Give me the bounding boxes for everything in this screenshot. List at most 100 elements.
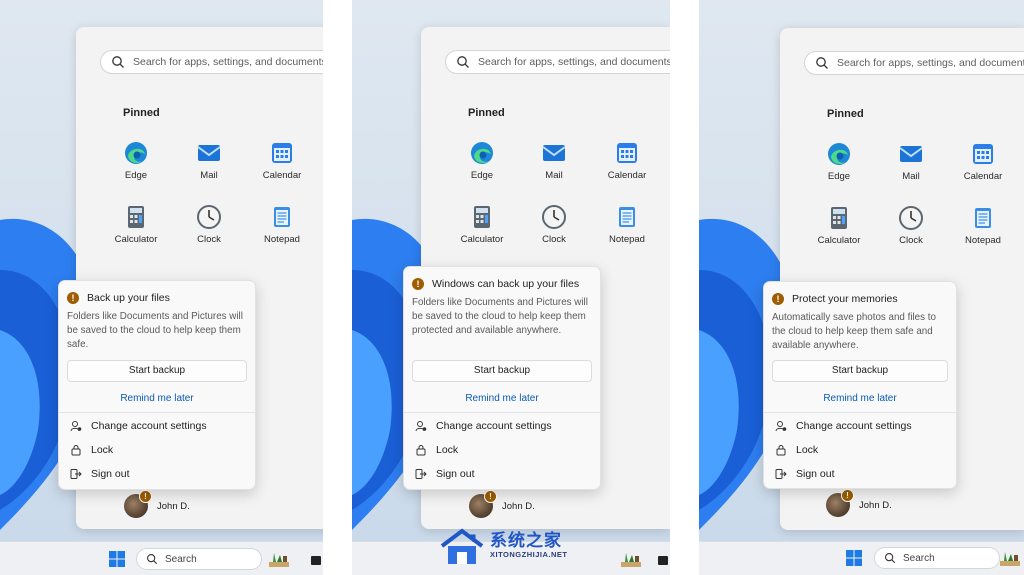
menu-label: Lock — [91, 444, 114, 456]
windows-start-icon[interactable] — [109, 551, 125, 567]
windows-start-icon[interactable] — [846, 550, 862, 566]
screenshot-panel-3: Search for apps, settings, and documents… — [699, 0, 1024, 575]
widgets-icon[interactable] — [268, 550, 290, 568]
app-clock[interactable]: Clock — [524, 204, 584, 245]
start-backup-button[interactable]: Start backup — [67, 360, 247, 382]
app-edge[interactable]: Edge — [809, 141, 869, 182]
remind-later-link[interactable]: Remind me later — [59, 393, 255, 404]
notepad-icon — [274, 207, 290, 227]
taskview-icon[interactable] — [311, 556, 321, 565]
taskbar-search-label: Search — [903, 552, 935, 564]
lock-item[interactable]: Lock — [415, 444, 458, 456]
widgets-icon[interactable] — [620, 550, 642, 568]
start-search-box[interactable]: Search for apps, settings, and documents — [100, 50, 323, 74]
clock-icon — [899, 206, 923, 230]
app-calendar[interactable]: Calendar — [597, 140, 657, 181]
account-button[interactable]: ! John D. — [469, 490, 535, 518]
calculator-icon — [831, 207, 847, 229]
site-watermark: 系统之家 XITONGZHIJIA.NET — [438, 524, 588, 572]
change-account-settings-item[interactable]: Change account settings — [775, 420, 912, 432]
taskbar-search-label: Search — [165, 553, 197, 565]
start-search-box[interactable]: Search for apps, settings, and documents — [804, 51, 1024, 75]
app-label: Edge — [470, 170, 494, 181]
account-button[interactable]: ! John D. — [826, 489, 892, 517]
app-label: Calendar — [963, 171, 1003, 182]
remind-later-link[interactable]: Remind me later — [404, 393, 600, 404]
sign-out-item[interactable]: Sign out — [775, 468, 835, 480]
app-label: Edge — [827, 171, 851, 182]
app-calculator[interactable]: Calculator — [452, 204, 512, 245]
mail-icon — [899, 146, 923, 162]
search-icon — [884, 552, 896, 564]
calculator-icon — [474, 206, 490, 228]
app-mail[interactable]: Mail — [524, 140, 584, 181]
app-label: Mail — [545, 170, 563, 181]
app-calendar[interactable]: Calendar — [953, 141, 1013, 182]
app-label: Clock — [542, 234, 566, 245]
pinned-heading: Pinned — [123, 107, 160, 119]
account-button[interactable]: ! John D. — [124, 490, 190, 518]
search-icon — [112, 56, 124, 68]
app-calendar[interactable]: Calendar — [252, 140, 312, 181]
lock-item[interactable]: Lock — [70, 444, 113, 456]
flyout-body: Folders like Documents and Pictures will… — [67, 311, 243, 350]
calendar-icon — [617, 143, 637, 163]
mail-icon — [197, 145, 221, 161]
start-backup-button[interactable]: Start backup — [412, 360, 592, 382]
app-label: Calculator — [114, 234, 158, 245]
calendar-icon — [272, 143, 292, 163]
screenshot-panel-1: Search for apps, settings, and documents… — [0, 0, 323, 575]
user-name: John D. — [157, 500, 190, 512]
app-notepad[interactable]: Notepad — [252, 204, 312, 245]
divider — [59, 412, 255, 413]
app-calculator[interactable]: Calculator — [106, 204, 166, 245]
lock-item[interactable]: Lock — [775, 444, 818, 456]
menu-label: Sign out — [91, 468, 130, 480]
clock-icon — [197, 205, 221, 229]
lock-icon — [776, 445, 786, 456]
app-edge[interactable]: Edge — [106, 140, 166, 181]
search-placeholder: Search for apps, settings, and documents — [837, 57, 1024, 69]
menu-label: Change account settings — [436, 420, 552, 432]
edge-icon — [125, 142, 147, 164]
taskbar-search[interactable]: Search — [874, 547, 1000, 569]
widgets-icon[interactable] — [999, 549, 1021, 567]
start-search-box[interactable]: Search for apps, settings, and documents — [445, 50, 670, 74]
app-label: Calculator — [460, 234, 504, 245]
flyout-title: Protect your memories — [792, 293, 898, 305]
taskview-icon[interactable] — [658, 556, 668, 565]
sign-out-item[interactable]: Sign out — [415, 468, 475, 480]
app-mail[interactable]: Mail — [881, 141, 941, 182]
backup-flyout: ! Back up your files Folders like Documen… — [58, 280, 256, 490]
alert-badge-icon: ! — [484, 490, 497, 503]
warning-icon: ! — [67, 292, 79, 304]
app-label: Notepad — [264, 234, 300, 245]
app-calculator[interactable]: Calculator — [809, 205, 869, 246]
change-account-settings-item[interactable]: Change account settings — [70, 420, 207, 432]
clock-icon — [542, 205, 566, 229]
menu-label: Lock — [436, 444, 459, 456]
notepad-icon — [619, 207, 635, 227]
app-clock[interactable]: Clock — [179, 204, 239, 245]
taskbar: Search — [0, 541, 323, 575]
account-settings-icon — [775, 421, 787, 432]
sign-out-item[interactable]: Sign out — [70, 468, 130, 480]
divider — [404, 412, 600, 413]
taskbar-search[interactable]: Search — [136, 548, 262, 570]
menu-label: Sign out — [436, 468, 475, 480]
menu-label: Sign out — [796, 468, 835, 480]
flyout-body: Folders like Documents and Pictures will… — [412, 297, 588, 336]
app-clock[interactable]: Clock — [881, 205, 941, 246]
app-edge[interactable]: Edge — [452, 140, 512, 181]
start-backup-button[interactable]: Start backup — [772, 360, 948, 382]
alert-badge-icon: ! — [139, 490, 152, 503]
app-notepad[interactable]: Notepad — [953, 205, 1013, 246]
app-notepad[interactable]: Notepad — [597, 204, 657, 245]
remind-later-link[interactable]: Remind me later — [764, 393, 956, 404]
flyout-title: Windows can back up your files — [432, 278, 580, 290]
app-mail[interactable]: Mail — [179, 140, 239, 181]
taskbar: Search — [699, 541, 1024, 575]
change-account-settings-item[interactable]: Change account settings — [415, 420, 552, 432]
calculator-icon — [128, 206, 144, 228]
edge-icon — [471, 142, 493, 164]
